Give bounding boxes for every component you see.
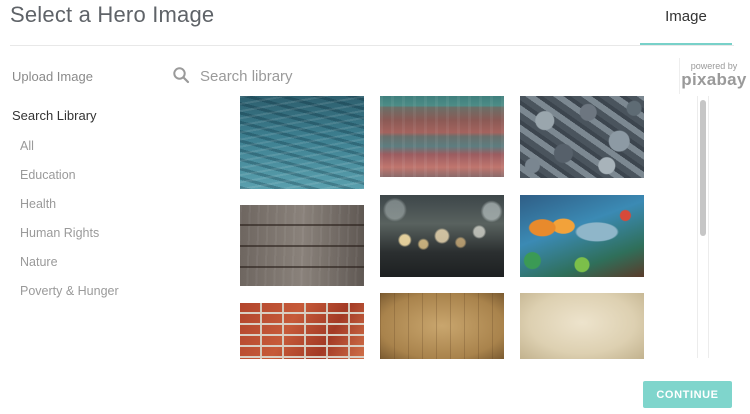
category-list: All Education Health Human Rights Nature… bbox=[20, 138, 119, 312]
sidebar-item-upload-image[interactable]: Upload Image bbox=[12, 69, 93, 84]
gallery-image-stones[interactable] bbox=[520, 96, 644, 178]
category-all[interactable]: All bbox=[20, 138, 119, 167]
category-poverty-hunger[interactable]: Poverty & Hunger bbox=[20, 283, 119, 312]
header-divider bbox=[10, 45, 734, 46]
continue-button[interactable]: CONTINUE bbox=[643, 381, 732, 408]
category-nature[interactable]: Nature bbox=[20, 254, 119, 283]
gallery-image-fish-mural[interactable] bbox=[520, 195, 644, 277]
gallery-image-paper[interactable] bbox=[520, 293, 644, 359]
tab-image[interactable]: Image bbox=[640, 0, 732, 46]
gallery-image-painted-planks[interactable] bbox=[380, 96, 504, 177]
category-human-rights[interactable]: Human Rights bbox=[20, 225, 119, 254]
scrollbar-thumb[interactable] bbox=[700, 100, 706, 236]
pixabay-badge[interactable]: powered by pixabay bbox=[679, 58, 748, 94]
gallery-image-water[interactable] bbox=[240, 96, 364, 189]
search-icon bbox=[173, 67, 190, 84]
gallery-image-bricks[interactable] bbox=[240, 303, 364, 359]
gallery-image-wood-boards[interactable] bbox=[240, 205, 364, 286]
pixabay-logo: pixabay bbox=[681, 70, 747, 89]
gallery-image-bokeh[interactable] bbox=[380, 195, 504, 277]
page-title: Select a Hero Image bbox=[10, 2, 215, 27]
category-health[interactable]: Health bbox=[20, 196, 119, 225]
category-education[interactable]: Education bbox=[20, 167, 119, 196]
search-input[interactable] bbox=[196, 64, 504, 88]
sidebar-item-search-library[interactable]: Search Library bbox=[12, 108, 97, 123]
scrollbar[interactable] bbox=[697, 96, 709, 358]
gallery-image-cardboard[interactable] bbox=[380, 293, 504, 359]
